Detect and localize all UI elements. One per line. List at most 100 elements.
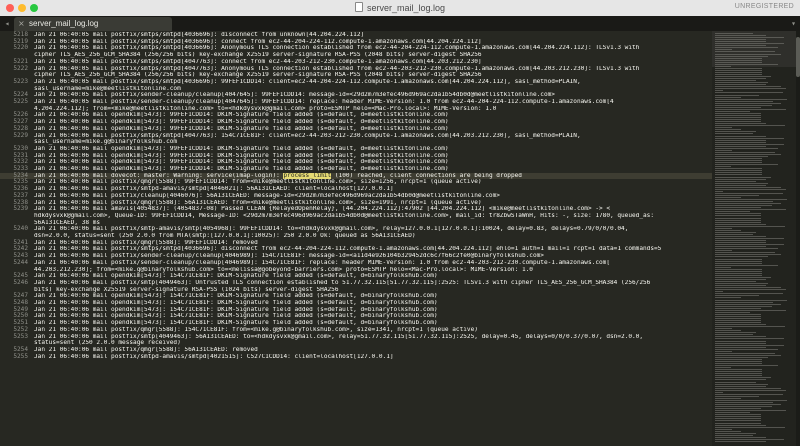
editor-line[interactable]: status=sent (250 2.0.0 message received) [0, 340, 712, 347]
minimap-line [715, 260, 762, 262]
editor-line[interactable]: 5240 Jan 21 06:40:06 mail postfix/smtp-am… [0, 226, 712, 233]
line-text: Jan 21 06:40:06 mail postfix/qmgr[5588]:… [34, 346, 258, 353]
minimap-line [715, 186, 781, 188]
line-text: Jan 21 06:40:05 mail postfix/smtps/smtpd… [34, 78, 581, 85]
tab-list-dropdown-icon[interactable]: ▾ [791, 18, 796, 29]
editor-line[interactable]: 5254 Jan 21 06:40:06 mail postfix/qmgr[55… [0, 346, 712, 354]
editor-line[interactable]: 5244 Jan 21 06:40:06 mail postfix/sender-… [0, 259, 712, 267]
editor-line[interactable]: 5221 Jan 21 06:40:05 mail postfix/smtps/s… [0, 58, 712, 66]
minimap-line [715, 342, 766, 344]
editor-line[interactable]: 5230 Jan 21 06:40:06 mail opendkim[5473]:… [0, 145, 712, 153]
editor-line[interactable]: cipher TLS_AES_256_GCM_SHA384 (256/256 b… [0, 72, 712, 79]
minimap-line [715, 137, 784, 139]
minimap-line [715, 190, 723, 192]
minimap-line [715, 369, 762, 371]
editor-line[interactable]: 5218 Jan 21 06:40:05 mail postfix/smtps/s… [0, 31, 712, 39]
editor-line[interactable]: 5222 Jan 21 06:40:05 mail postfix/smtps/s… [0, 65, 712, 73]
editor-line[interactable]: 5246 Jan 21 06:40:06 mail postfix/smtp[40… [0, 279, 712, 287]
editor-line[interactable]: 5229 Jan 21 06:40:06 mail postfix/smtps/s… [0, 132, 712, 140]
editor-line[interactable]: 5243 Jan 21 06:40:06 mail postfix/sender-… [0, 252, 712, 260]
editor-line[interactable]: 5248 Jan 21 06:40:06 mail opendkim[5473]:… [0, 299, 712, 307]
minimap-line [715, 168, 762, 170]
scrollbar-thumb[interactable] [796, 37, 800, 77]
editor-line[interactable]: 4.204.224.112]; from=<mike@meetlistkiton… [0, 106, 712, 113]
minimap-line [715, 209, 786, 211]
editor-line[interactable]: 5228 Jan 21 06:40:06 mail opendkim[5473]:… [0, 125, 712, 133]
license-status: UNREGISTERED [734, 3, 794, 10]
editor-line[interactable]: 5239 Jan 21 06:40:06 mail amavis[4054837]… [0, 205, 712, 213]
editor-line[interactable]: sasl_username=mike@meetlistkitonline.com [0, 86, 712, 93]
minimap-line [715, 182, 768, 184]
editor-line[interactable]: 5225 Jan 21 06:40:05 mail postfix/sender-… [0, 98, 712, 106]
line-text: Jan 21 06:40:06 mail opendkim[5473]: 154… [34, 320, 438, 327]
minimap-line [715, 320, 761, 321]
editor-line[interactable]: 5252 Jan 21 06:40:06 mail postfix/qmgr[55… [0, 326, 712, 334]
minimap-line [715, 92, 783, 94]
minimap-line [715, 338, 784, 340]
minimap-line [715, 147, 778, 149]
minimap-line [715, 424, 766, 426]
minimap-line [715, 301, 773, 303]
editor-line[interactable]: 5227 Jan 21 06:40:06 mail opendkim[5473]:… [0, 118, 712, 126]
editor-line[interactable]: 5242 Jan 21 06:40:06 mail postfix/smtps/s… [0, 246, 712, 253]
editor-line[interactable]: 5241 Jan 21 06:40:06 mail postfix/qmgr[55… [0, 239, 712, 247]
editor-line[interactable]: bits) key-exchange X25519 server-signatu… [0, 287, 712, 294]
line-text: Jan 21 06:40:06 mail opendkim[5473]: 154… [34, 300, 438, 306]
editor-line[interactable]: 5234 Jan 21 06:40:06 mail dovecot: master… [0, 172, 712, 180]
editor-line[interactable]: 5255 Jan 21 06:40:06 mail postfix/smtpd-a… [0, 353, 712, 361]
minimap-line [715, 303, 781, 305]
editor-line[interactable]: 44.203.212.230]; from=<mike.g@binaryfolk… [0, 267, 712, 274]
minimap-line [715, 420, 761, 422]
editor-line[interactable]: dsn=2.0.0, status=sent (250 2.0.0 from M… [0, 233, 712, 240]
tab-nav-left-icon[interactable]: ◂ [2, 18, 12, 29]
minimap-line [715, 256, 768, 258]
editor-line[interactable]: 5251 Jan 21 06:40:06 mail opendkim[5473]:… [0, 319, 712, 327]
editor-line[interactable]: 5237 Jan 21 06:40:06 mail postfix/cleanup… [0, 192, 712, 200]
tab-close-icon[interactable]: × [18, 18, 25, 30]
editor-line[interactable]: 5226 Jan 21 06:40:06 mail opendkim[5473]:… [0, 112, 712, 119]
editor-line[interactable]: sasl_username=mike.g@binaryfolkshub.com [0, 139, 712, 146]
tab-server-mail-log[interactable]: × server_mail_log.log [14, 17, 172, 31]
minimap-line [715, 436, 766, 438]
vertical-scrollbar[interactable] [796, 31, 800, 446]
editor-line[interactable]: 5238 Jan 21 06:40:06 mail postfix/qmgr[55… [0, 199, 712, 207]
text-editor[interactable]: 5218 Jan 21 06:40:05 mail postfix/smtps/s… [0, 31, 712, 446]
editor-line[interactable]: 5223 Jan 21 06:40:05 mail postfix/smtps/s… [0, 78, 712, 86]
minimap[interactable] [712, 31, 800, 446]
editor-line[interactable]: cipher TLS_AES_256_GCM_SHA384 (256/256 b… [0, 52, 712, 59]
minimap-line [715, 276, 771, 278]
editor-line[interactable]: 5235 Jan 21 06:40:06 mail postfix/qmgr[55… [0, 179, 712, 186]
editor-line[interactable]: 5253 Jan 21 06:40:06 mail postfix/smtp[40… [0, 333, 712, 341]
minimap-line [715, 352, 775, 354]
minimap-line [715, 238, 784, 239]
line-text: Jan 21 06:40:06 mail opendkim[5473]: 99F… [34, 119, 449, 126]
editor-line[interactable]: hdkdysvxk@gmail.com>, Queue-ID: 99FEF1CD… [0, 213, 712, 220]
minimap-line [715, 295, 759, 297]
editor-line[interactable]: 5224 Jan 21 06:40:05 mail postfix/sender-… [0, 92, 712, 99]
editor-line[interactable]: 5245 Jan 21 06:40:06 mail opendkim[5473]:… [0, 272, 712, 280]
minimap-line [715, 88, 786, 90]
line-text: Jan 21 06:40:06 mail postfix/qmgr[5588]:… [34, 326, 478, 333]
editor-line[interactable]: 56A131CEAED, 38 ms [0, 220, 712, 227]
editor-line[interactable]: 5249 Jan 21 06:40:06 mail opendkim[5473]:… [0, 306, 712, 314]
minimap-line [715, 297, 741, 299]
minimap-line [715, 143, 784, 145]
minimap-line [715, 86, 781, 88]
editor-line[interactable]: 5247 Jan 21 06:40:06 mail opendkim[5473]:… [0, 293, 712, 300]
minimap-line [715, 242, 766, 244]
minimap-line [715, 203, 781, 205]
editor-line[interactable]: 5236 Jan 21 06:40:06 mail postfix/smtpd-a… [0, 185, 712, 193]
editor-line[interactable]: 5233 Jan 21 06:40:06 mail opendkim[5473]:… [0, 165, 712, 173]
minimap-line [715, 55, 768, 57]
minimap-line [715, 395, 759, 397]
editor-line[interactable]: 5231 Jan 21 06:40:06 mail opendkim[5473]:… [0, 152, 712, 160]
minimap-line [715, 69, 762, 71]
minimap-line [715, 59, 762, 61]
editor-line[interactable]: 5220 Jan 21 06:40:05 mail postfix/smtps/s… [0, 45, 712, 52]
editor-line[interactable]: 5232 Jan 21 06:40:06 mail opendkim[5473]:… [0, 159, 712, 166]
editor-line[interactable]: 5250 Jan 21 06:40:06 mail opendkim[5473]:… [0, 313, 712, 320]
line-text: 44.203.212.230]; from=<mike.g@binaryfolk… [34, 266, 533, 273]
editor-line[interactable]: 5219 Jan 21 06:40:05 mail postfix/smtps/s… [0, 38, 712, 46]
minimap-line [715, 270, 762, 272]
minimap-line [715, 279, 766, 280]
